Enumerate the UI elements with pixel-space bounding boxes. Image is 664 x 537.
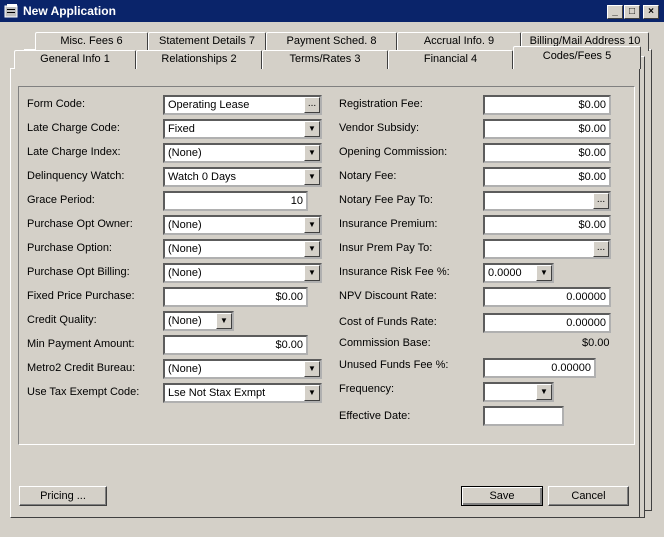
insur-prem-pay-to-label: Insur Prem Pay To: — [339, 242, 433, 254]
notary-fee-label: Notary Fee: — [339, 170, 397, 182]
purchase-opt-billing-label: Purchase Opt Billing: — [27, 266, 130, 278]
chevron-down-icon[interactable]: ▼ — [216, 313, 232, 329]
use-tax-exempt-code-value: Lse Not Stax Exmpt — [168, 387, 266, 399]
form-code-value: Operating Lease — [168, 99, 250, 111]
chevron-down-icon[interactable]: ▼ — [304, 385, 320, 401]
notary-fee-pay-to-label: Notary Fee Pay To: — [339, 194, 433, 206]
chevron-down-icon[interactable]: ▼ — [304, 169, 320, 185]
registration-fee-field[interactable]: $0.00 — [483, 95, 611, 115]
purchase-opt-billing-select[interactable]: (None) ▼ — [163, 263, 322, 283]
min-payment-amount-label: Min Payment Amount: — [27, 338, 135, 350]
insurance-premium-field[interactable]: $0.00 — [483, 215, 611, 235]
credit-quality-label: Credit Quality: — [27, 314, 97, 326]
minimize-button[interactable]: _ — [607, 5, 623, 19]
late-charge-index-value: (None) — [168, 147, 202, 159]
metro2-credit-bureau-select[interactable]: (None) ▼ — [163, 359, 322, 379]
purchase-opt-billing-value: (None) — [168, 267, 202, 279]
opening-commission-field[interactable]: $0.00 — [483, 143, 611, 163]
insurance-risk-fee-label: Insurance Risk Fee %: — [339, 266, 450, 278]
tab-misc-fees[interactable]: Misc. Fees 6 — [35, 32, 148, 51]
cancel-button[interactable]: Cancel — [548, 486, 629, 506]
commission-base-value: $0.00 — [582, 337, 610, 349]
vendor-subsidy-field[interactable]: $0.00 — [483, 119, 611, 139]
credit-quality-value: (None) — [168, 315, 202, 327]
use-tax-exempt-code-label: Use Tax Exempt Code: — [27, 386, 140, 398]
insurance-premium-label: Insurance Premium: — [339, 218, 438, 230]
effective-date-field[interactable] — [483, 406, 564, 426]
effective-date-label: Effective Date: — [339, 410, 411, 422]
purchase-opt-owner-select[interactable]: (None) ▼ — [163, 215, 322, 235]
chevron-down-icon[interactable]: ▼ — [304, 121, 320, 137]
vendor-subsidy-label: Vendor Subsidy: — [339, 122, 420, 134]
title-bar: New Application _ □ × — [0, 0, 664, 22]
chevron-down-icon[interactable]: ▼ — [536, 384, 552, 400]
purchase-option-label: Purchase Option: — [27, 242, 112, 254]
form-code-field[interactable]: Operating Lease... — [163, 95, 322, 115]
tab-general-info[interactable]: General Info 1 — [14, 50, 136, 69]
unused-funds-fee-field[interactable]: 0.00000 — [483, 358, 596, 378]
fixed-price-purchase-field[interactable]: $0.00 — [163, 287, 308, 307]
notary-fee-pay-to-field[interactable]: ... — [483, 191, 611, 211]
chevron-down-icon[interactable]: ▼ — [304, 361, 320, 377]
late-charge-index-select[interactable]: (None) ▼ — [163, 143, 322, 163]
cost-of-funds-rate-label: Cost of Funds Rate: — [339, 316, 437, 328]
credit-quality-select[interactable]: (None) ▼ — [163, 311, 234, 331]
insur-prem-pay-to-browse-button[interactable]: ... — [593, 241, 609, 257]
chevron-down-icon[interactable]: ▼ — [304, 265, 320, 281]
notary-fee-pay-to-browse-button[interactable]: ... — [593, 193, 609, 209]
cost-of-funds-rate-field[interactable]: 0.00000 — [483, 313, 611, 333]
form-code-browse-button[interactable]: ... — [304, 97, 320, 113]
late-charge-code-value: Fixed — [168, 123, 195, 135]
delinquency-watch-value: Watch 0 Days — [168, 171, 237, 183]
tab-payment-sched[interactable]: Payment Sched. 8 — [266, 32, 397, 51]
grace-period-label: Grace Period: — [27, 194, 95, 206]
chevron-down-icon[interactable]: ▼ — [304, 241, 320, 257]
metro2-credit-bureau-value: (None) — [168, 363, 202, 375]
frequency-label: Frequency: — [339, 383, 395, 395]
metro2-credit-bureau-label: Metro2 Credit Bureau: — [27, 362, 136, 374]
late-charge-index-label: Late Charge Index: — [27, 146, 121, 158]
commission-base-label: Commission Base: — [339, 337, 431, 349]
npv-discount-rate-label: NPV Discount Rate: — [339, 290, 437, 302]
chevron-down-icon[interactable]: ▼ — [536, 265, 552, 281]
save-button[interactable]: Save — [461, 486, 543, 506]
close-button[interactable]: × — [643, 5, 659, 19]
use-tax-exempt-code-select[interactable]: Lse Not Stax Exmpt ▼ — [163, 383, 322, 403]
tab-financial[interactable]: Financial 4 — [388, 50, 513, 69]
tab-terms-rates[interactable]: Terms/Rates 3 — [262, 50, 388, 69]
window-title: New Application — [23, 4, 116, 18]
app-icon — [4, 4, 18, 18]
notary-fee-field[interactable]: $0.00 — [483, 167, 611, 187]
chevron-down-icon[interactable]: ▼ — [304, 217, 320, 233]
unused-funds-fee-label: Unused Funds Fee %: — [339, 359, 449, 371]
opening-commission-label: Opening Commission: — [339, 146, 448, 158]
grace-period-field[interactable]: 10 — [163, 191, 308, 211]
chevron-down-icon[interactable]: ▼ — [304, 145, 320, 161]
purchase-opt-owner-label: Purchase Opt Owner: — [27, 218, 133, 230]
purchase-option-value: (None) — [168, 243, 202, 255]
tab-statement-details[interactable]: Statement Details 7 — [148, 32, 266, 51]
delinquency-watch-label: Delinquency Watch: — [27, 170, 125, 182]
maximize-button[interactable]: □ — [624, 5, 640, 19]
frequency-select[interactable]: ▼ — [483, 382, 554, 402]
fixed-price-purchase-label: Fixed Price Purchase: — [27, 290, 135, 302]
insurance-risk-fee-value: 0.0000 — [488, 267, 522, 279]
insur-prem-pay-to-field[interactable]: ... — [483, 239, 611, 259]
pricing-button[interactable]: Pricing ... — [19, 486, 107, 506]
tab-relationships[interactable]: Relationships 2 — [136, 50, 262, 69]
late-charge-code-select[interactable]: Fixed ▼ — [163, 119, 322, 139]
registration-fee-label: Registration Fee: — [339, 98, 423, 110]
npv-discount-rate-field[interactable]: 0.00000 — [483, 287, 611, 307]
tab-codes-fees[interactable]: Codes/Fees 5 — [513, 46, 641, 69]
form-code-label: Form Code: — [27, 98, 86, 110]
purchase-option-select[interactable]: (None) ▼ — [163, 239, 322, 259]
insurance-risk-fee-select[interactable]: 0.0000 ▼ — [483, 263, 554, 283]
purchase-opt-owner-value: (None) — [168, 219, 202, 231]
late-charge-code-label: Late Charge Code: — [27, 122, 120, 134]
min-payment-amount-field[interactable]: $0.00 — [163, 335, 308, 355]
delinquency-watch-select[interactable]: Watch 0 Days ▼ — [163, 167, 322, 187]
tab-accrual-info[interactable]: Accrual Info. 9 — [397, 32, 521, 51]
